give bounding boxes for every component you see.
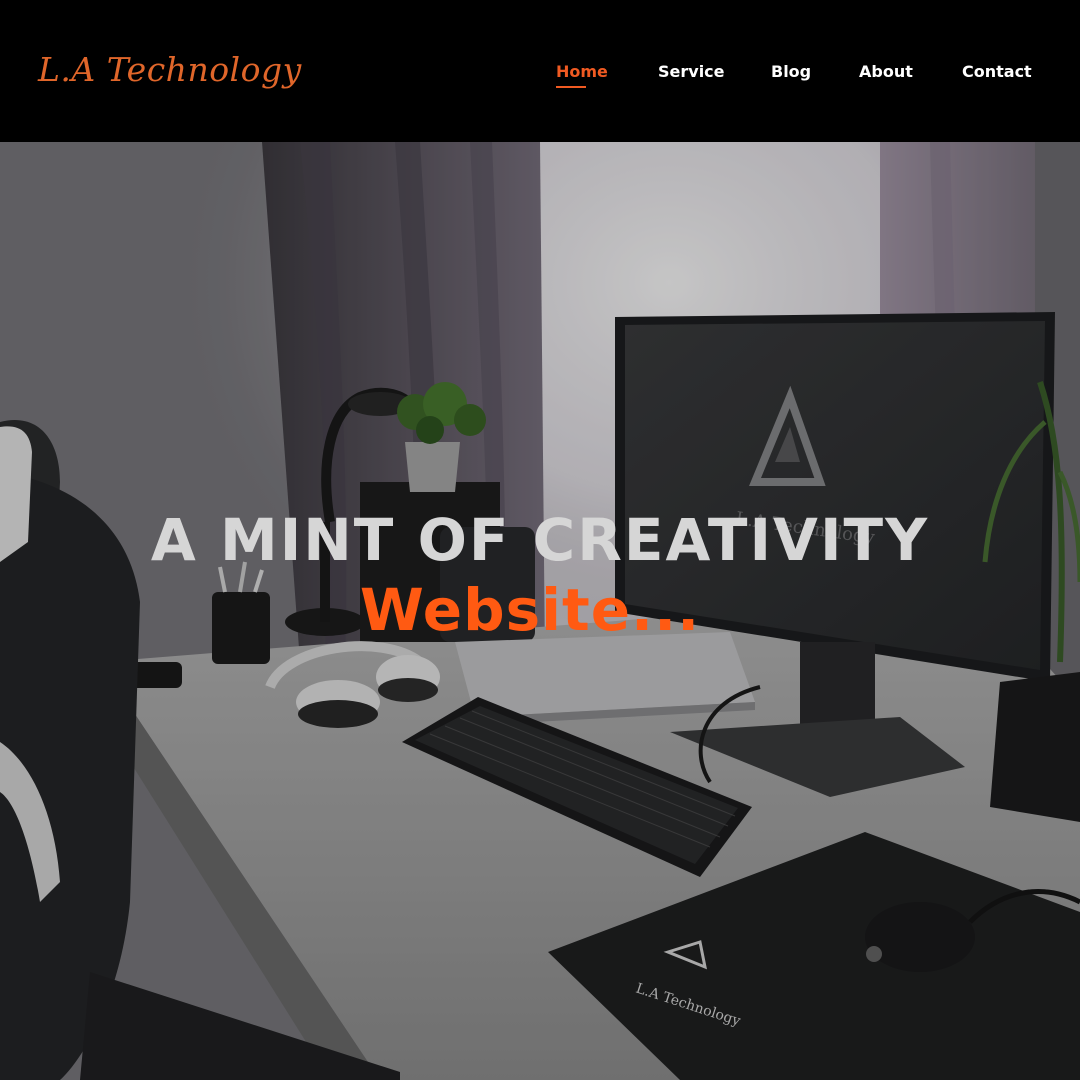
hero-title: A MINT OF CREATIVITY bbox=[150, 506, 930, 574]
nav-blog-label: Blog bbox=[771, 62, 812, 81]
nav-home-label: Home bbox=[556, 62, 608, 81]
nav-home[interactable]: Home bbox=[556, 62, 608, 88]
hero-section: L.A Technology L.A Technology A MINT OF … bbox=[0, 142, 1080, 1080]
site-header: L.A Technology Home Service Blog About C… bbox=[0, 0, 1080, 142]
nav-contact-label: Contact bbox=[962, 62, 1032, 81]
nav-blog[interactable]: Blog bbox=[771, 62, 811, 81]
nav-service-label: Service bbox=[658, 62, 725, 81]
hero-subtitle: Website... bbox=[359, 576, 701, 644]
main-nav: Home Service Blog About Contact bbox=[0, 62, 1080, 92]
nav-contact[interactable]: Contact bbox=[962, 62, 1032, 81]
nav-service[interactable]: Service bbox=[658, 62, 725, 81]
nav-about-label: About bbox=[859, 62, 913, 81]
nav-about[interactable]: About bbox=[859, 62, 913, 81]
nav-active-underline bbox=[556, 86, 586, 88]
